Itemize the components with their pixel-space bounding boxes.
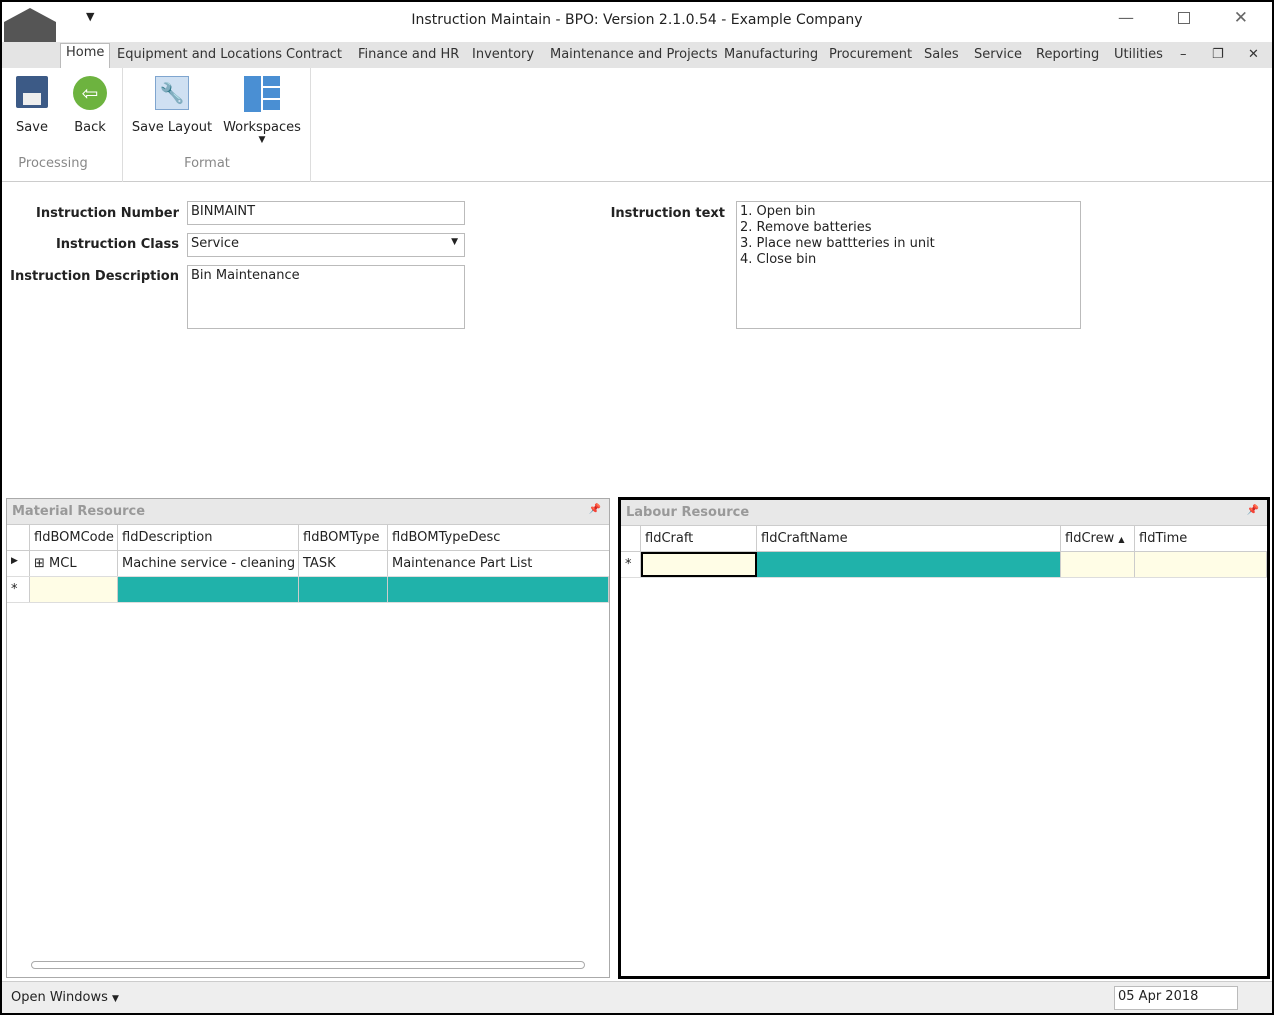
new-row-icon: * [621,552,641,577]
horizontal-scrollbar[interactable] [31,961,585,969]
group-processing: Processing [18,156,88,171]
tab-manufacturing[interactable]: Manufacturing [724,47,818,62]
status-bar: Open Windows ▼ 05 Apr 2018 [2,981,1272,1013]
instruction-class-select[interactable]: Service ▼ [187,233,465,257]
back-button[interactable]: ⇦ Back [68,76,112,135]
labour-panel-title: Labour Resource [626,505,750,520]
col-description[interactable]: fldDescription [118,525,299,550]
mdi-minimize-icon[interactable]: – [1180,47,1187,62]
labour-grid-header: fldCraft fldCraftName fldCrew ▲ fldTime [621,526,1267,552]
instruction-description-label: Instruction Description [10,269,179,284]
chevron-down-icon: ▼ [112,994,119,1004]
back-label: Back [74,120,106,135]
group-format: Format [184,156,230,171]
workspaces-label: Workspaces [223,120,301,135]
instruction-text-label: Instruction text [610,206,725,221]
tab-service[interactable]: Service [974,47,1022,62]
maximize-icon[interactable] [1178,12,1190,24]
col-bomtype[interactable]: fldBOMType [299,525,388,550]
cell-bomcode[interactable]: ⊞ MCL [30,551,118,576]
new-row[interactable]: * [621,552,1267,578]
save-button[interactable]: Save [12,76,52,135]
tab-procurement[interactable]: Procurement [829,47,912,62]
cell-description[interactable]: Machine service - cleaning [118,551,299,576]
open-windows-label: Open Windows [11,990,108,1005]
window-title: Instruction Maintain - BPO: Version 2.1.… [411,12,863,28]
close-icon[interactable]: ✕ [1234,8,1248,28]
back-arrow-icon: ⇦ [73,76,107,110]
table-row[interactable]: ▶ ⊞ MCL Machine service - cleaning TASK … [7,551,609,577]
col-bomtypedesc[interactable]: fldBOMTypeDesc [388,525,609,550]
text-line: 1. Open bin [740,204,816,219]
ribbon-tabs: Home Equipment and Locations Contract Fi… [2,42,1272,69]
open-windows-button[interactable]: Open Windows ▼ [11,990,119,1005]
mdi-close-icon[interactable]: ✕ [1248,47,1259,62]
tab-sales[interactable]: Sales [924,47,959,62]
tab-maintenance[interactable]: Maintenance and Projects [550,47,718,62]
instruction-number-input[interactable]: BINMAINT [187,201,465,225]
new-row[interactable]: * [7,577,609,603]
instruction-text-input[interactable]: 1. Open bin 2. Remove batteries 3. Place… [736,201,1081,329]
expand-icon[interactable]: ⊞ [34,556,45,571]
workspaces-grid-icon [244,76,280,112]
col-crew[interactable]: fldCrew ▲ [1061,526,1135,551]
pin-icon[interactable]: 📌 [1247,505,1259,516]
cell-bomtypedesc[interactable]: Maintenance Part List [388,551,609,576]
minimize-icon[interactable]: — [1118,8,1134,27]
chevron-down-icon: ▼ [258,135,266,145]
material-panel-title: Material Resource [12,504,146,519]
workspaces-button[interactable]: Workspaces ▼ [222,76,302,145]
chevron-down-icon[interactable]: ▼ [451,237,458,247]
save-layout-button[interactable]: 🔧 Save Layout [130,76,214,135]
tab-inventory[interactable]: Inventory [472,47,534,62]
app-window: ▼ Instruction Maintain - BPO: Version 2.… [0,0,1274,1015]
col-time[interactable]: fldTime [1135,526,1267,551]
floppy-disk-icon [16,76,48,108]
material-grid-header: fldBOMCode fldDescription fldBOMType fld… [7,525,609,551]
labour-resource-panel: Labour Resource 📌 fldCraft fldCraftName f… [618,497,1270,979]
save-layout-label: Save Layout [131,120,213,135]
new-cell[interactable] [118,577,299,602]
class-value: Service [191,236,240,251]
new-cell[interactable] [1135,552,1267,577]
new-cell[interactable] [1061,552,1135,577]
instruction-class-label: Instruction Class [55,237,179,252]
tab-reporting[interactable]: Reporting [1036,47,1099,62]
save-label: Save [16,120,48,135]
material-resource-panel: Material Resource 📌 fldBOMCode fldDescrip… [6,498,610,978]
tab-equipment[interactable]: Equipment and Locations [117,47,282,62]
tab-contract[interactable]: Contract [286,47,342,62]
instruction-number-label: Instruction Number [35,206,179,221]
tab-home[interactable]: Home [60,43,111,69]
new-row-icon: * [7,577,30,602]
crew-label: fldCrew [1065,531,1115,546]
col-craft[interactable]: fldCraft [641,526,757,551]
new-cell[interactable] [757,552,1061,577]
new-cell[interactable] [299,577,388,602]
text-line: 2. Remove batteries [740,220,872,235]
new-cell[interactable] [388,577,609,602]
instruction-description-input[interactable]: Bin Maintenance [187,265,465,329]
text-line: 4. Close bin [740,252,817,267]
pin-icon[interactable]: 📌 [589,504,601,515]
new-cell[interactable] [641,552,757,577]
text-line: 3. Place new battteries in unit [740,236,935,251]
col-bomcode[interactable]: fldBOMCode [30,525,118,550]
row-indicator-icon: ▶ [7,551,30,576]
date-field[interactable]: 05 Apr 2018 [1114,986,1238,1010]
layout-wrench-icon: 🔧 [155,76,189,110]
col-craftname[interactable]: fldCraftName [757,526,1061,551]
sort-ascending-icon: ▲ [1118,535,1125,544]
mdi-restore-icon[interactable]: ❐ [1212,47,1224,62]
cell-bomtype[interactable]: TASK [299,551,388,576]
tab-finance[interactable]: Finance and HR [358,47,459,62]
new-cell[interactable] [30,577,118,602]
bomcode-value: MCL [49,556,77,571]
ribbon: Save ⇦ Back 🔧 Save Layout Workspaces ▼ P… [2,68,1272,182]
tab-utilities[interactable]: Utilities [1114,47,1163,62]
